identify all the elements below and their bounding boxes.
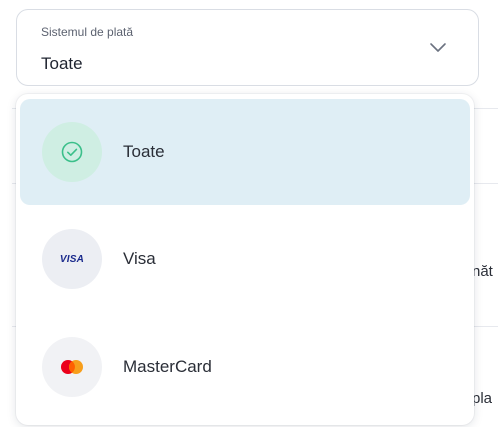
payment-system-select[interactable]: Sistemul de plată Toate	[16, 9, 479, 86]
check-circle-icon	[42, 122, 102, 182]
option-label: MasterCard	[123, 357, 212, 376]
visa-logo-text: VISA	[59, 253, 85, 265]
mastercard-logo-icon	[42, 337, 102, 397]
bg-text-fragment: năt	[472, 263, 493, 280]
chevron-down-icon[interactable]	[428, 40, 448, 54]
page: năt pla Sistemul de plată Toate Toate VI…	[0, 0, 498, 427]
menu-option-mastercard[interactable]: MasterCard	[20, 314, 470, 420]
option-label: Toate	[123, 142, 165, 161]
menu-option-toate[interactable]: Toate	[20, 99, 470, 205]
select-label: Sistemul de plată	[41, 25, 134, 39]
bg-text-fragment: pla	[472, 390, 493, 407]
payment-system-menu: Toate VISA Visa MasterCard	[16, 94, 474, 425]
menu-option-visa[interactable]: VISA Visa	[20, 206, 470, 312]
select-value: Toate	[41, 54, 83, 73]
option-label: Visa	[123, 249, 156, 268]
visa-logo-icon: VISA	[42, 229, 102, 289]
